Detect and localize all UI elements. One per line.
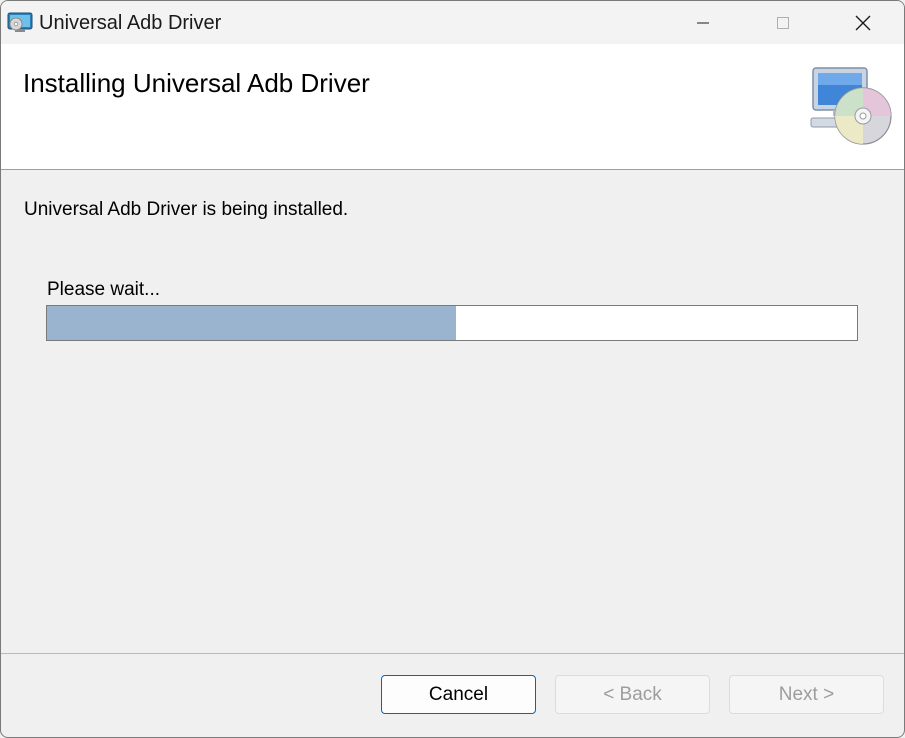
minimize-icon <box>697 22 709 23</box>
progress-fill <box>47 306 457 340</box>
title-bar[interactable]: Universal Adb Driver <box>1 1 904 44</box>
please-wait-label: Please wait... <box>47 279 160 300</box>
install-progress-bar <box>46 305 858 341</box>
back-button[interactable]: < Back <box>555 675 710 714</box>
next-button[interactable]: Next > <box>729 675 884 714</box>
installer-window: Universal Adb Driver Installing Universa… <box>0 0 905 738</box>
page-title: Installing Universal Adb Driver <box>23 68 370 98</box>
wizard-header: Installing Universal Adb Driver <box>1 44 904 170</box>
close-button[interactable] <box>823 1 903 44</box>
computer-cd-icon <box>807 66 895 146</box>
install-status-text: Universal Adb Driver is being installed. <box>24 199 349 220</box>
cancel-button[interactable]: Cancel <box>381 675 536 714</box>
close-icon <box>855 15 871 30</box>
installer-app-icon <box>7 11 33 35</box>
maximize-button[interactable] <box>743 1 823 44</box>
window-title: Universal Adb Driver <box>39 12 222 34</box>
minimize-button[interactable] <box>663 1 743 44</box>
maximize-icon <box>777 16 789 29</box>
footer-divider <box>1 653 904 654</box>
